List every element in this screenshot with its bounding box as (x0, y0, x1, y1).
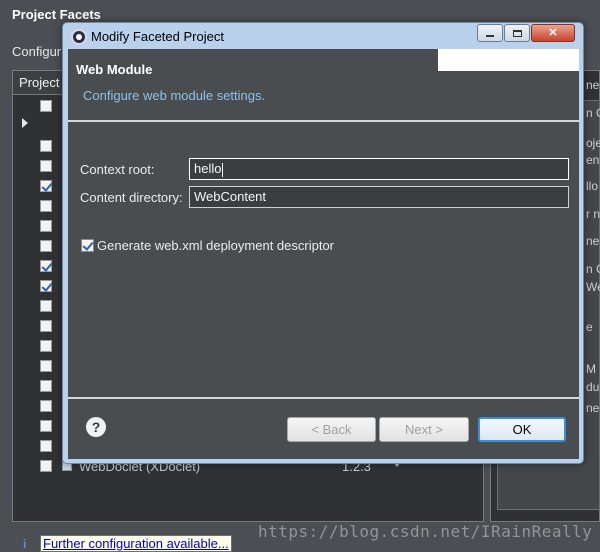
details-fragment: We (586, 280, 600, 294)
context-root-label: Context root: (80, 162, 155, 177)
generate-web-xml-label[interactable]: Generate web.xml deployment descriptor (97, 238, 334, 253)
content-directory-label: Content directory: (80, 190, 183, 205)
context-root-value: hello (194, 161, 222, 176)
next-button[interactable]: Next > (379, 417, 469, 442)
facet-checkbox[interactable] (40, 100, 52, 112)
minimize-button[interactable] (477, 24, 503, 42)
facet-checkbox[interactable] (40, 420, 52, 432)
details-fragment: ne (586, 234, 600, 248)
modify-faceted-project-dialog: Modify Faceted Project ✕ Web Module Conf… (62, 22, 584, 464)
maximize-button[interactable] (504, 24, 530, 42)
close-icon: ✕ (548, 27, 558, 39)
facet-checkbox[interactable] (40, 340, 52, 352)
wizard-page-description: Configure web module settings. (83, 88, 266, 103)
facet-checkbox[interactable] (40, 400, 52, 412)
details-fragment: n C (586, 106, 600, 120)
background-configure-text: Configur (12, 44, 62, 59)
back-button[interactable]: < Back (287, 417, 376, 442)
header-divider (68, 120, 579, 122)
details-fragment: r ne (586, 207, 600, 221)
text-cursor (222, 162, 224, 177)
maximize-icon (512, 29, 522, 37)
background-window-title: Project Facets (12, 7, 101, 22)
details-fragment: nes (586, 78, 600, 92)
generate-web-xml-checkbox[interactable] (81, 239, 94, 252)
facet-checkbox[interactable] (40, 220, 52, 232)
close-button[interactable]: ✕ (531, 24, 575, 42)
facet-checkbox[interactable] (40, 360, 52, 372)
facet-checkbox[interactable] (40, 460, 52, 472)
facet-checkbox[interactable] (40, 180, 52, 192)
facet-checkbox[interactable] (40, 300, 52, 312)
details-fragment: ne (586, 401, 600, 415)
help-icon[interactable]: ? (86, 417, 106, 437)
watermark-text: https://blog.csdn.net/IRainReally (258, 522, 593, 541)
footer-divider (68, 397, 579, 399)
facet-checkbox[interactable] (40, 320, 52, 332)
details-fragment: llo (586, 179, 599, 193)
details-fragment: ent (586, 153, 600, 167)
facet-checkbox[interactable] (40, 160, 52, 172)
info-icon: i (23, 537, 27, 551)
dialog-body: Web Module Configure web module settings… (68, 49, 579, 459)
context-root-input[interactable]: hello (189, 158, 569, 180)
ok-button[interactable]: OK (478, 417, 566, 442)
wizard-page-title: Web Module (76, 62, 153, 77)
details-fragment: oje (586, 136, 600, 150)
facet-checkbox[interactable] (40, 260, 52, 272)
details-fragment: M (586, 362, 596, 376)
facet-checkbox[interactable] (40, 380, 52, 392)
facet-checkbox[interactable] (40, 280, 52, 292)
further-configuration-link[interactable]: Further configuration available... (40, 535, 232, 552)
facet-checkbox[interactable] (40, 140, 52, 152)
details-fragment: dule (586, 380, 600, 394)
facet-checkbox[interactable] (40, 440, 52, 452)
wizard-header: Web Module Configure web module settings… (68, 49, 579, 117)
dialog-titlebar[interactable]: Modify Faceted Project ✕ (63, 23, 583, 49)
facet-checkbox[interactable] (40, 240, 52, 252)
facet-checkbox[interactable] (40, 200, 52, 212)
facets-table-column-project[interactable]: Project (13, 71, 65, 95)
details-fragment: e (586, 320, 593, 334)
wizard-header-banner (438, 49, 579, 71)
content-directory-value: WebContent (194, 189, 267, 204)
details-fragment: n C (586, 262, 600, 276)
dialog-title: Modify Faceted Project (91, 29, 224, 44)
eclipse-app-icon (71, 29, 87, 45)
content-directory-input[interactable]: WebContent (189, 186, 569, 208)
tree-expand-icon[interactable] (22, 118, 28, 128)
minimize-icon (486, 34, 494, 37)
